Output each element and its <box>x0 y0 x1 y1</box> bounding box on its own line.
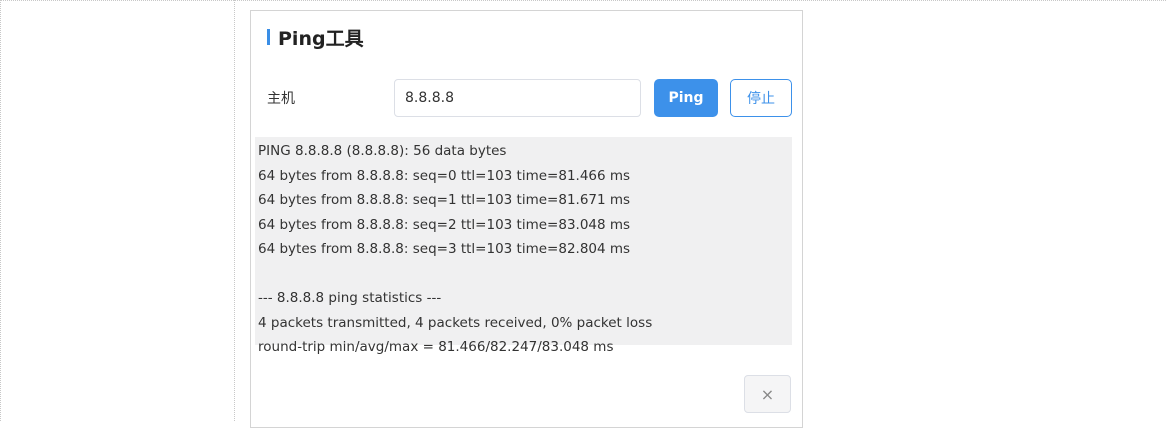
page-guide-column <box>234 0 235 421</box>
ping-button[interactable]: Ping <box>654 79 718 117</box>
dialog-title: Ping工具 <box>278 27 364 50</box>
close-icon: × <box>760 384 775 404</box>
output-line: --- 8.8.8.8 ping statistics --- <box>258 290 442 306</box>
output-line: round-trip min/avg/max = 81.466/82.247/8… <box>258 339 614 355</box>
page-guide-left <box>0 0 1 421</box>
output-line: 4 packets transmitted, 4 packets receive… <box>258 314 653 331</box>
title-accent-bar <box>267 29 270 45</box>
output-line: 64 bytes from 8.8.8.8: seq=2 ttl=103 tim… <box>258 216 631 233</box>
output-line: PING 8.8.8.8 (8.8.8.8): 56 data bytes <box>258 143 507 159</box>
output-line: 64 bytes from 8.8.8.8: seq=3 ttl=103 tim… <box>258 241 631 257</box>
host-input[interactable] <box>394 79 641 117</box>
output-line: 64 bytes from 8.8.8.8: seq=1 ttl=103 tim… <box>258 192 631 208</box>
close-button[interactable]: × <box>744 375 791 413</box>
output-line: 64 bytes from 8.8.8.8: seq=0 ttl=103 tim… <box>258 167 631 184</box>
page-guide-top <box>0 0 1166 1</box>
ping-output: PING 8.8.8.8 (8.8.8.8): 56 data bytes 64… <box>255 137 792 355</box>
stop-button[interactable]: 停止 <box>730 79 792 117</box>
ping-tool-dialog: Ping工具 主机 Ping 停止 PING 8.8.8.8 (8.8.8.8)… <box>250 10 803 428</box>
host-label: 主机 <box>267 91 295 107</box>
dialog-header: Ping工具 <box>267 25 364 50</box>
